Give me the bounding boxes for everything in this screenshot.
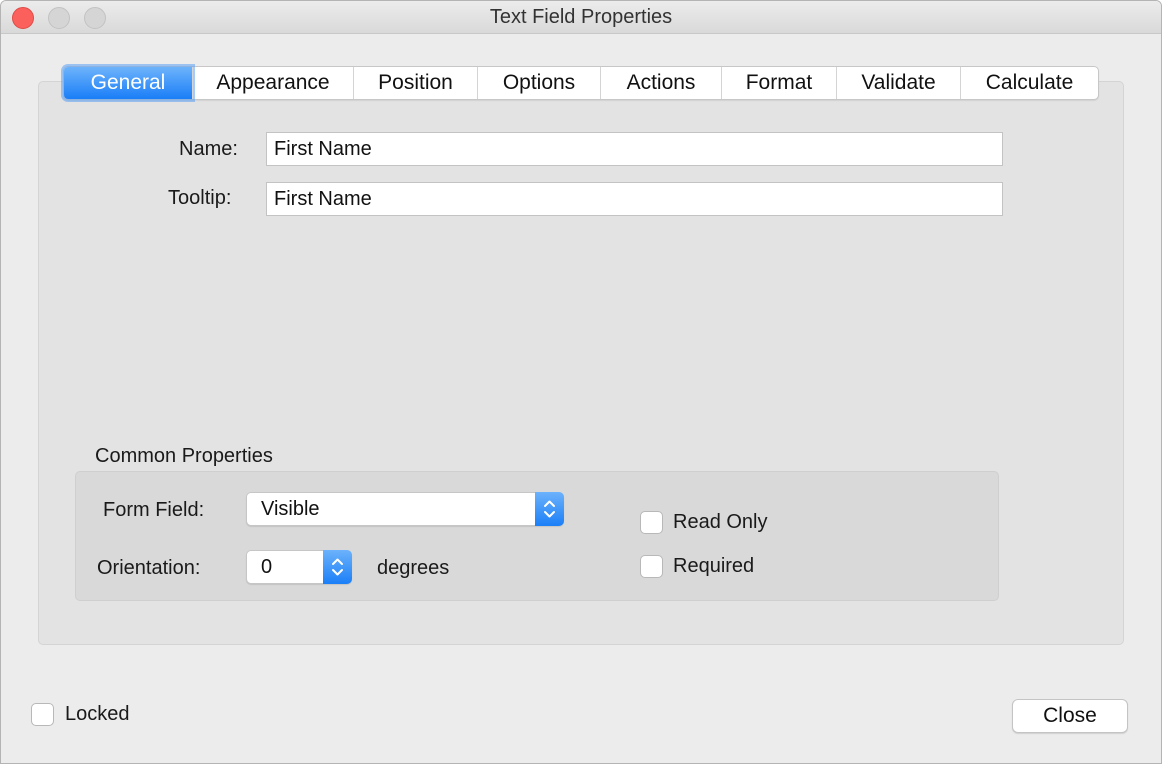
tab-general[interactable]: General xyxy=(64,67,192,99)
common-properties-group xyxy=(75,471,999,601)
tab-validate[interactable]: Validate xyxy=(836,67,960,99)
read-only-label[interactable]: Read Only xyxy=(673,511,768,534)
chevron-up-down-icon xyxy=(323,550,352,584)
required-checkbox[interactable] xyxy=(640,555,663,578)
tab-options[interactable]: Options xyxy=(477,67,600,99)
orientation-value: 0 xyxy=(261,556,273,578)
properties-window: Text Field Properties General Appearance… xyxy=(0,0,1162,764)
required-label[interactable]: Required xyxy=(673,555,754,578)
name-field[interactable]: First Name xyxy=(266,132,1003,166)
form-field-select[interactable]: Visible xyxy=(246,492,564,526)
close-button[interactable]: Close xyxy=(1012,699,1128,733)
tab-calculate[interactable]: Calculate xyxy=(960,67,1098,99)
tooltip-field[interactable]: First Name xyxy=(266,182,1003,216)
locked-label[interactable]: Locked xyxy=(65,703,130,726)
tooltip-label: Tooltip: xyxy=(168,187,232,209)
orientation-label: Orientation: xyxy=(97,557,201,579)
tab-appearance[interactable]: Appearance xyxy=(192,67,353,99)
common-properties-heading: Common Properties xyxy=(95,445,273,467)
form-field-label: Form Field: xyxy=(103,499,205,521)
tab-position[interactable]: Position xyxy=(353,67,477,99)
name-label: Name: xyxy=(179,138,238,160)
form-field-value: Visible xyxy=(261,498,320,520)
tab-bar: General Appearance Position Options Acti… xyxy=(63,66,1099,100)
orientation-unit: degrees xyxy=(377,557,450,579)
chevron-up-down-icon xyxy=(535,492,564,526)
tab-format[interactable]: Format xyxy=(721,67,836,99)
locked-checkbox[interactable] xyxy=(31,703,54,726)
orientation-select[interactable]: 0 xyxy=(246,550,352,584)
tab-actions[interactable]: Actions xyxy=(600,67,721,99)
window-title: Text Field Properties xyxy=(489,6,673,28)
read-only-checkbox[interactable] xyxy=(640,511,663,534)
title-bar[interactable]: Text Field Properties xyxy=(1,1,1161,34)
